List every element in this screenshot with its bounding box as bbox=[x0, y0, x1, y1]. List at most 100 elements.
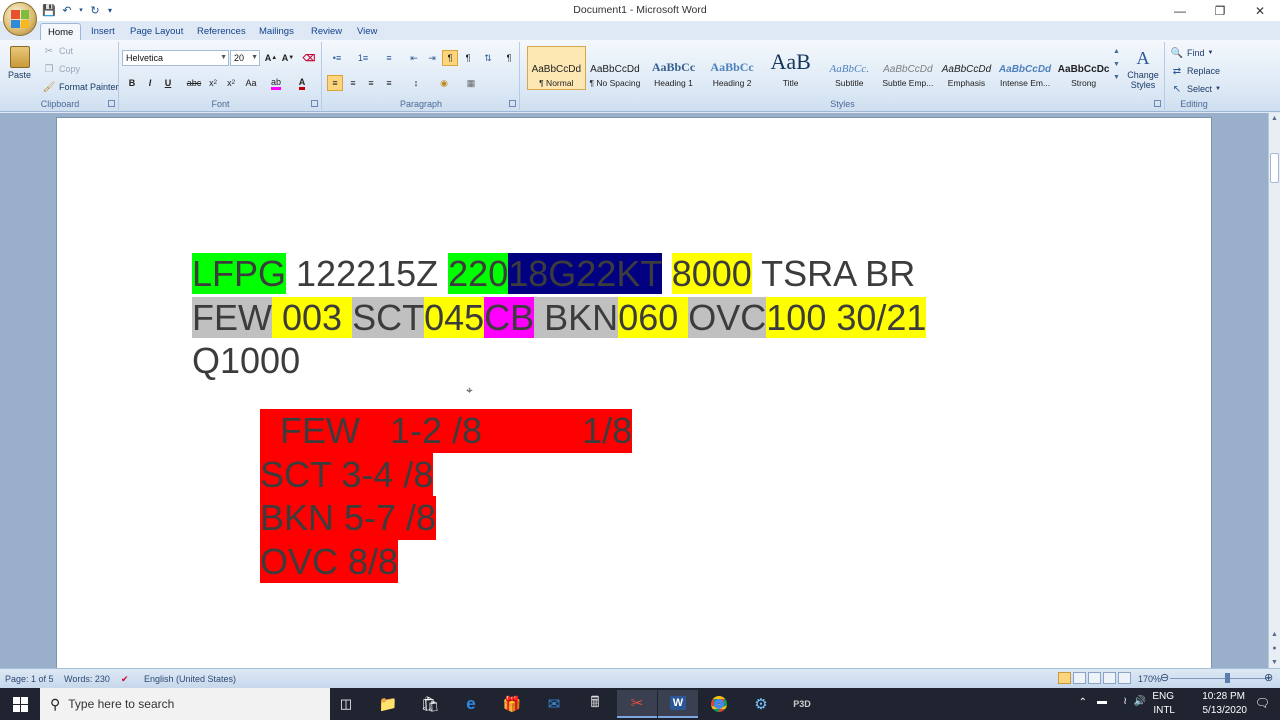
full-screen-reading-icon[interactable] bbox=[1073, 672, 1086, 684]
tray-expand-icon[interactable]: ⌃ bbox=[1079, 697, 1087, 708]
style-subtitle[interactable]: AaBbCc. Subtitle bbox=[820, 46, 879, 90]
numbering-icon[interactable]: 1≡ bbox=[355, 50, 371, 66]
multilevel-list-icon[interactable]: ≡ bbox=[381, 50, 397, 66]
calculator-icon[interactable]: 🖩 bbox=[575, 692, 615, 716]
chrome-icon[interactable] bbox=[699, 692, 739, 716]
find-dropdown-icon[interactable]: ▼ bbox=[1208, 50, 1214, 56]
style-emphasis[interactable]: AaBbCcDd Emphasis bbox=[937, 46, 996, 90]
network-adapter-icon[interactable]: ▬ bbox=[1097, 696, 1107, 707]
change-styles-button[interactable]: A Change Styles bbox=[1124, 48, 1162, 90]
shading-icon[interactable]: ◉ bbox=[436, 75, 452, 91]
wifi-icon[interactable]: ≀ bbox=[1123, 696, 1127, 707]
outline-icon[interactable] bbox=[1103, 672, 1116, 684]
word-count[interactable]: Words: 230 bbox=[64, 674, 110, 684]
styles-launcher-icon[interactable] bbox=[1154, 100, 1161, 107]
style-strong[interactable]: AaBbCcDc Strong bbox=[1054, 46, 1113, 90]
clear-formatting-icon[interactable]: ⌫ bbox=[301, 50, 317, 66]
font-size-dropdown-icon[interactable]: ▼ bbox=[251, 51, 258, 65]
bold-icon[interactable]: B bbox=[124, 75, 140, 91]
tab-page-layout[interactable]: Page Layout bbox=[123, 23, 190, 40]
show-marks-icon[interactable]: ¶ bbox=[501, 50, 517, 66]
proofing-icon[interactable]: ✔ bbox=[121, 674, 129, 685]
ltr-icon[interactable]: ¶ bbox=[442, 50, 458, 66]
zoom-level[interactable]: 170% bbox=[1138, 674, 1161, 684]
tab-mailings[interactable]: Mailings bbox=[252, 23, 301, 40]
paste-button[interactable]: Paste bbox=[8, 46, 31, 80]
input-language-top[interactable]: ENG bbox=[1152, 691, 1174, 702]
clock-time[interactable]: 10:28 PM bbox=[1202, 691, 1245, 702]
close-icon[interactable]: ✕ bbox=[1240, 0, 1280, 21]
copy-button[interactable]: ❐ Copy bbox=[42, 62, 81, 76]
increase-indent-icon[interactable]: ⇥ bbox=[424, 50, 440, 66]
file-explorer-icon[interactable]: 📁 bbox=[368, 692, 408, 716]
format-painter-button[interactable]: 🖌 Format Painter bbox=[42, 80, 119, 94]
restore-icon[interactable]: ❐ bbox=[1200, 0, 1240, 21]
superscript-icon[interactable]: x2 bbox=[223, 75, 239, 91]
font-name-field[interactable]: Helvetica ▼ bbox=[122, 50, 229, 66]
highlight-icon[interactable]: ab bbox=[268, 75, 284, 91]
style-heading-1[interactable]: AaBbCc Heading 1 bbox=[644, 46, 703, 90]
cloud-cover-block[interactable]: FEW 1-2 /8 1/8 SCT 3-4 /8 BKN 5-7 /8 OVC… bbox=[260, 409, 633, 583]
paragraph-launcher-icon[interactable] bbox=[509, 100, 516, 107]
draft-icon[interactable] bbox=[1118, 672, 1131, 684]
scroll-up-icon[interactable]: ▲ bbox=[1269, 115, 1280, 122]
prev-page-icon[interactable]: ▲ bbox=[1269, 631, 1280, 638]
next-page-icon[interactable]: ▼ bbox=[1269, 659, 1280, 666]
align-center-icon[interactable]: ≡ bbox=[345, 75, 361, 91]
style-no-spacing[interactable]: AaBbCcDd ¶ No Spacing bbox=[586, 46, 645, 90]
document-page[interactable] bbox=[56, 117, 1212, 668]
zoom-slider[interactable] bbox=[1170, 678, 1270, 679]
grow-font-icon[interactable]: A ▲ bbox=[263, 50, 279, 66]
select-dropdown-icon[interactable]: ▼ bbox=[1215, 86, 1221, 92]
snipping-icon[interactable]: ✂ bbox=[617, 690, 657, 718]
find-button[interactable]: 🔍 Find ▼ bbox=[1170, 46, 1214, 60]
start-button[interactable] bbox=[0, 688, 40, 720]
bullets-icon[interactable]: •≡ bbox=[329, 50, 345, 66]
zoom-out-icon[interactable]: ⊖ bbox=[1160, 671, 1169, 684]
underline-icon[interactable]: U bbox=[160, 75, 176, 91]
zoom-in-icon[interactable]: ⊕ bbox=[1264, 671, 1273, 684]
page-count[interactable]: Page: 1 of 5 bbox=[5, 674, 54, 684]
minimize-icon[interactable]: — bbox=[1160, 0, 1200, 21]
print-layout-icon[interactable] bbox=[1058, 672, 1071, 684]
vertical-scrollbar[interactable]: ▲ ▲ ● ▼ bbox=[1268, 113, 1280, 668]
font-name-dropdown-icon[interactable]: ▼ bbox=[220, 51, 227, 65]
italic-icon[interactable]: I bbox=[142, 75, 158, 91]
align-left-icon[interactable]: ≡ bbox=[327, 75, 343, 91]
font-color-icon[interactable]: A bbox=[294, 75, 310, 91]
subscript-icon[interactable]: x2 bbox=[205, 75, 221, 91]
align-right-icon[interactable]: ≡ bbox=[363, 75, 379, 91]
vs-icon[interactable]: ⚙ bbox=[741, 692, 781, 716]
mail-icon[interactable]: ✉ bbox=[534, 692, 574, 716]
cut-button[interactable]: ✂ Cut bbox=[42, 44, 73, 58]
style-intense-emphasis[interactable]: AaBbCcDd Intense Em... bbox=[996, 46, 1055, 90]
style-normal[interactable]: AaBbCcDd ¶ Normal bbox=[527, 46, 586, 90]
tab-home[interactable]: Home bbox=[40, 23, 82, 40]
justify-icon[interactable]: ≡ bbox=[381, 75, 397, 91]
select-button[interactable]: ↖ Select ▼ bbox=[1170, 82, 1221, 96]
style-heading-2[interactable]: AaBbCc Heading 2 bbox=[703, 46, 762, 90]
tab-insert[interactable]: Insert bbox=[84, 23, 122, 40]
zoom-slider-knob[interactable] bbox=[1225, 673, 1230, 683]
web-layout-icon[interactable] bbox=[1088, 672, 1101, 684]
strikethrough-icon[interactable]: abc bbox=[186, 75, 202, 91]
metar-text[interactable]: LFPG 122215Z 22018G22KT 8000 TSRA BR FEW… bbox=[192, 252, 992, 383]
clipboard-launcher-icon[interactable] bbox=[108, 100, 115, 107]
style-subtle-emphasis[interactable]: AaBbCcDd Subtle Emp... bbox=[879, 46, 938, 90]
input-language-bottom[interactable]: INTL bbox=[1153, 705, 1175, 716]
font-size-field[interactable]: 20 ▼ bbox=[230, 50, 260, 66]
scroll-thumb[interactable] bbox=[1270, 153, 1279, 183]
clock-date[interactable]: 5/13/2020 bbox=[1203, 705, 1248, 716]
select-browse-object-icon[interactable]: ● bbox=[1269, 645, 1280, 652]
office-button[interactable] bbox=[3, 2, 37, 36]
shrink-font-icon[interactable]: A ▼ bbox=[280, 50, 296, 66]
borders-icon[interactable]: ▦ bbox=[463, 75, 479, 91]
taskbar-search[interactable]: ⚲ Type here to search bbox=[40, 688, 330, 720]
tab-view[interactable]: View bbox=[350, 23, 384, 40]
gift-icon[interactable]: 🎁 bbox=[492, 692, 532, 716]
tab-references[interactable]: References bbox=[190, 23, 253, 40]
store-icon[interactable]: 🛍 bbox=[410, 692, 450, 716]
rtl-icon[interactable]: ¶ bbox=[460, 50, 476, 66]
replace-button[interactable]: ⇄ Replace bbox=[1170, 64, 1220, 78]
font-launcher-icon[interactable] bbox=[311, 100, 318, 107]
